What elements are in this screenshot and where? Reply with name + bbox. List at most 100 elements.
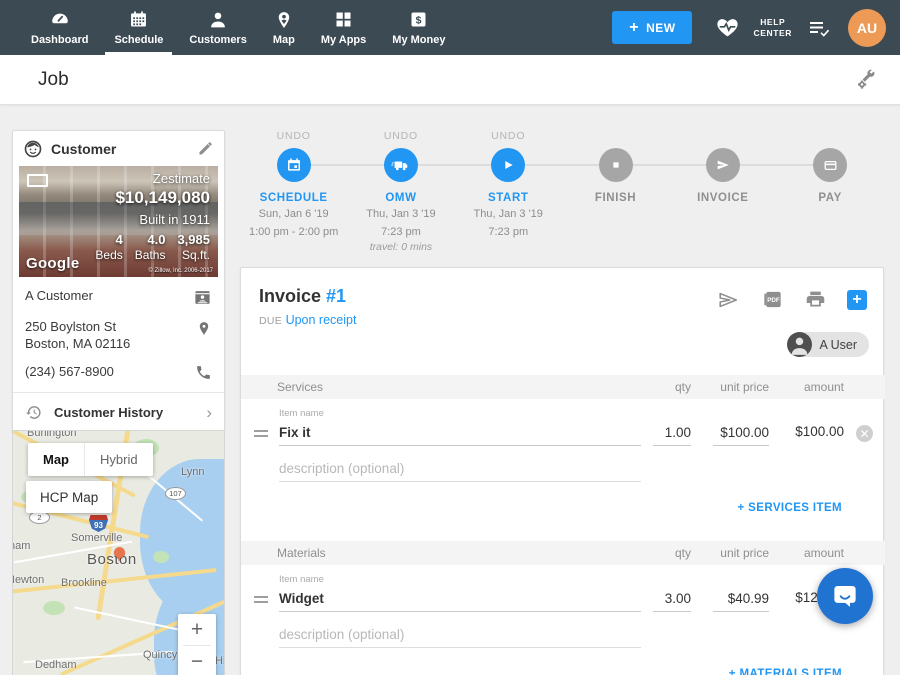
service-amount: $100.00 xyxy=(795,424,844,439)
add-services-item-link[interactable]: + SERVICES ITEM xyxy=(737,502,842,514)
nav-item-my-money[interactable]: $ My Money xyxy=(379,0,458,55)
material-name-input[interactable] xyxy=(279,586,641,612)
invoice-number[interactable]: #1 xyxy=(326,286,346,306)
checklist-icon[interactable] xyxy=(806,16,832,40)
customer-address: 250 Boylston St Boston, MA 02116 xyxy=(25,318,130,352)
map-label-hingham: Hi xyxy=(215,655,225,667)
material-description-input[interactable] xyxy=(279,622,641,648)
history-icon xyxy=(25,404,42,421)
map-zoom-control: + − xyxy=(178,614,216,675)
customer-face-icon xyxy=(23,139,43,159)
pay-step-button[interactable] xyxy=(813,148,847,182)
travel-time: travel: 0 mins xyxy=(347,241,454,253)
assigned-user-pill[interactable]: A User xyxy=(787,332,869,357)
money-icon: $ xyxy=(408,8,429,31)
service-description-input[interactable] xyxy=(279,456,641,482)
map-label-newton: Newton xyxy=(12,574,44,586)
unit-price-column-header: unit price xyxy=(720,380,769,394)
step-time: 7:23 pm xyxy=(347,225,454,240)
timeline-step-schedule: UNDO SCHEDULE Sun, Jan 6 '19 1:00 pm - 2… xyxy=(240,130,347,253)
chevron-right-icon: › xyxy=(206,404,212,421)
customer-history-row[interactable]: Customer History › xyxy=(13,393,224,432)
omw-step-button[interactable] xyxy=(384,148,418,182)
send-invoice-icon[interactable] xyxy=(716,289,740,311)
nav-item-customers[interactable]: Customers xyxy=(176,0,259,55)
hcp-map-button[interactable]: HCP Map xyxy=(26,481,112,513)
nav-label: Map xyxy=(273,34,295,46)
undo-spacer xyxy=(776,130,883,142)
nav-item-schedule[interactable]: Schedule xyxy=(101,0,176,55)
service-qty-input[interactable] xyxy=(653,420,691,446)
customer-card-header: Customer xyxy=(13,131,224,166)
address-line1: 250 Boylston St xyxy=(25,319,116,334)
due-value-link[interactable]: Upon receipt xyxy=(286,313,357,327)
timeline-step-start: UNDO START Thu, Jan 3 '19 7:23 pm xyxy=(455,130,562,253)
add-materials-item-link[interactable]: + MATERIALS ITEM xyxy=(729,668,842,675)
drag-handle[interactable] xyxy=(254,596,268,606)
map-type-hybrid-button[interactable]: Hybrid xyxy=(84,443,153,476)
invoice-card: Invoice #1 DUE Upon receipt PDF + A User xyxy=(240,267,884,675)
print-icon[interactable] xyxy=(805,289,826,310)
drag-handle[interactable] xyxy=(254,430,268,440)
step-date: Thu, Jan 3 '19 xyxy=(455,207,562,222)
timeline-step-finish: FINISH xyxy=(562,130,669,253)
material-qty-input[interactable] xyxy=(653,586,691,612)
materials-header-strip: Materials qty unit price amount xyxy=(241,541,885,565)
customer-phone-row: (234) 567-8900 xyxy=(25,363,212,381)
play-icon xyxy=(500,157,516,173)
nav-label: Dashboard xyxy=(31,34,88,46)
zoom-out-button[interactable]: − xyxy=(178,646,216,675)
customer-card-title: Customer xyxy=(51,141,116,157)
step-label: INVOICE xyxy=(669,192,776,204)
map-type-map-button[interactable]: Map xyxy=(28,443,84,476)
nav-item-map[interactable]: Map xyxy=(260,0,308,55)
undo-link[interactable]: UNDO xyxy=(347,130,454,142)
customer-card: Customer Zestimate $10,149,080 Built in … xyxy=(12,130,225,433)
service-unit-price-input[interactable] xyxy=(713,420,769,446)
help-center-link[interactable]: HELP CENTER xyxy=(753,17,792,38)
job-tools-icon[interactable] xyxy=(854,68,878,92)
item-name-label: Item name xyxy=(279,408,324,419)
pdf-icon[interactable]: PDF xyxy=(761,288,784,311)
phone-icon[interactable] xyxy=(195,363,212,381)
address-line2: Boston, MA 02116 xyxy=(25,336,130,351)
step-date: Thu, Jan 3 '19 xyxy=(347,207,454,222)
nav-label: Schedule xyxy=(114,34,163,46)
nav-item-dashboard[interactable]: Dashboard xyxy=(18,0,101,55)
service-name-input[interactable] xyxy=(279,420,641,446)
route-107-shield: 107 xyxy=(165,487,186,500)
mini-map[interactable]: Burlington Lynn Somerville Boston ham Ne… xyxy=(12,430,225,675)
step-label: FINISH xyxy=(562,192,669,204)
heart-pulse-icon[interactable] xyxy=(714,15,741,40)
contact-card-icon[interactable] xyxy=(193,287,212,307)
undo-spacer xyxy=(669,130,776,142)
customers-icon xyxy=(207,8,229,31)
baths-label: Baths xyxy=(135,248,166,262)
start-step-button[interactable] xyxy=(491,148,525,182)
undo-link[interactable]: UNDO xyxy=(240,130,347,142)
timeline-step-pay: PAY xyxy=(776,130,883,253)
user-avatar[interactable]: AU xyxy=(848,9,886,47)
new-button[interactable]: + NEW xyxy=(612,11,692,44)
invoice-step-button[interactable] xyxy=(706,148,740,182)
job-location-pin xyxy=(114,547,125,558)
nav-label: Customers xyxy=(189,34,246,46)
step-label: PAY xyxy=(776,192,883,204)
edit-pencil-icon[interactable] xyxy=(197,140,214,157)
schedule-icon xyxy=(128,8,149,31)
zestimate-value: $10,149,080 xyxy=(95,188,210,208)
nav-item-my-apps[interactable]: My Apps xyxy=(308,0,379,55)
chat-widget-button[interactable] xyxy=(817,568,873,624)
material-unit-price-input[interactable] xyxy=(713,586,769,612)
location-pin-icon[interactable] xyxy=(196,318,212,338)
stat-sqft: 3,985 Sq.ft. xyxy=(177,232,210,262)
finish-step-button[interactable] xyxy=(599,148,633,182)
schedule-step-button[interactable] xyxy=(277,148,311,182)
undo-link[interactable]: UNDO xyxy=(455,130,562,142)
add-invoice-button[interactable]: + xyxy=(847,290,867,310)
remove-service-button[interactable]: ✕ xyxy=(856,425,873,442)
zoom-in-button[interactable]: + xyxy=(178,614,216,645)
map-type-control: Map Hybrid xyxy=(28,443,153,476)
plus-icon: + xyxy=(629,20,639,36)
item-name-label: Item name xyxy=(279,574,324,585)
